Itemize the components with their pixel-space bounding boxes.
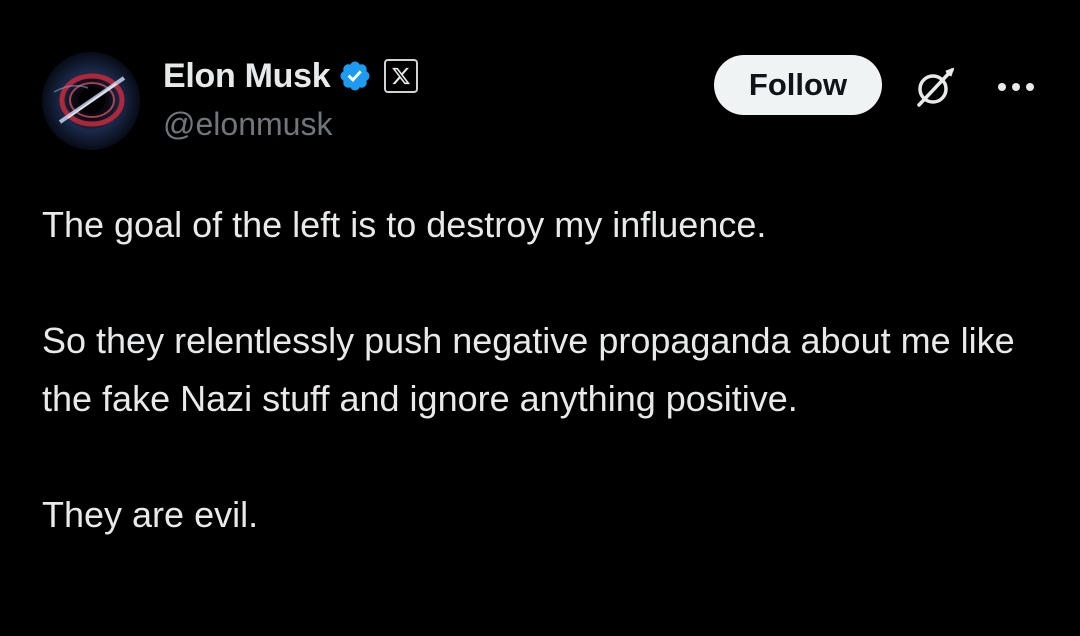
more-options-icon[interactable]: [992, 70, 1040, 104]
author-name-row: Elon Musk: [163, 55, 419, 97]
verified-badge-icon[interactable]: [338, 59, 372, 93]
avatar-image: [42, 52, 140, 150]
tweet-paragraph: So they relentlessly push negative propa…: [42, 320, 1015, 419]
x-affiliate-badge-icon[interactable]: [384, 59, 419, 93]
follow-button[interactable]: Follow: [714, 55, 882, 115]
tweet-text: The goal of the left is to destroy my in…: [42, 196, 1042, 544]
display-name[interactable]: Elon Musk: [163, 57, 331, 96]
avatar[interactable]: [42, 52, 140, 150]
tweet-paragraph: They are evil.: [42, 494, 259, 535]
author-handle[interactable]: @elonmusk: [163, 106, 332, 143]
tweet-paragraph: The goal of the left is to destroy my in…: [42, 204, 767, 245]
tweet-card: Elon Musk @elonmusk Follow The goal of t…: [0, 0, 1080, 636]
grok-icon[interactable]: [912, 64, 958, 110]
